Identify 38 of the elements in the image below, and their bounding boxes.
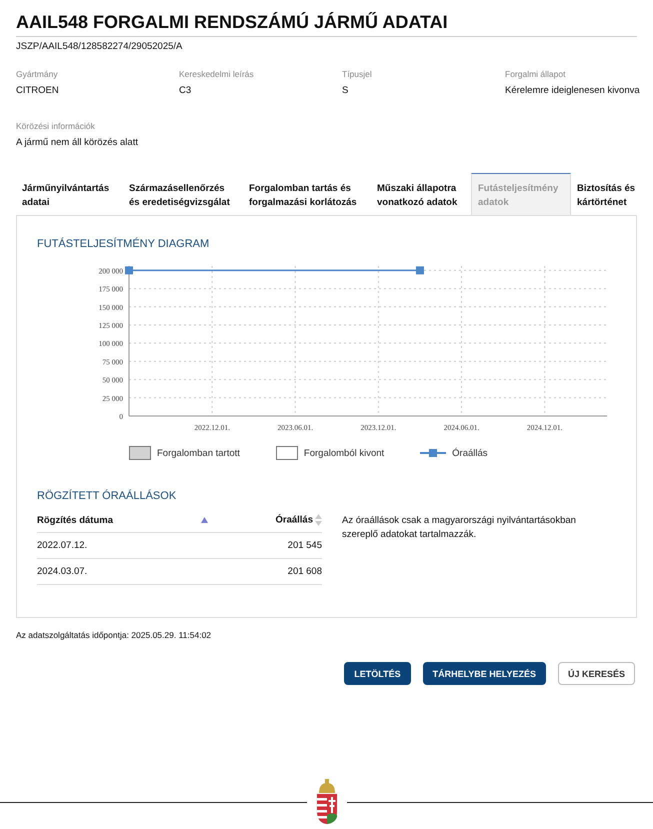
- sort-icon: [315, 514, 322, 526]
- timestamp: Az adatszolgáltatás időpontja: 2025.05.29. 11:54:02: [16, 630, 212, 640]
- coat-of-arms-icon: [314, 779, 338, 825]
- field-label: Típusjel: [342, 69, 373, 79]
- table-cell: 201 545: [214, 532, 322, 558]
- table-cell: 2022.07.12.: [37, 532, 214, 558]
- column-header[interactable]: Óraállás: [214, 508, 322, 532]
- data-point: [416, 266, 424, 274]
- legend-label: Forgalomból kivont: [304, 448, 384, 458]
- action-button[interactable]: TÁRHELYBE HELYEZÉS: [422, 662, 546, 685]
- field-label: Gyártmány: [16, 69, 59, 79]
- tab[interactable]: Forgalomban tartás és forgalmazási korlátozás: [243, 173, 371, 215]
- field-label: Forgalmi állapot: [505, 69, 566, 79]
- tab[interactable]: Biztosítás és kártörténet: [571, 173, 637, 215]
- tab[interactable]: Származásellenőrzés és eredetiségvizsgálat: [123, 173, 243, 215]
- field-value: S: [342, 85, 350, 96]
- reference-number: JSZP/AAIL548/128582274/29052025/A: [16, 41, 184, 52]
- field-value: Kérelemre ideiglenesen kivonva: [505, 85, 640, 96]
- page-title: AAIL548 FORGALMI RENDSZÁMÚ JÁRMŰ ADATAI: [16, 12, 637, 37]
- data-point: [125, 266, 133, 274]
- column-header[interactable]: Rögzítés dátuma: [37, 508, 214, 532]
- legend-label: Óraállás: [452, 448, 488, 458]
- field-value: CITROEN: [16, 85, 60, 96]
- sort-up-icon: [200, 517, 208, 523]
- field-label: Körözési információk: [16, 121, 96, 131]
- note-text: Az óraállások csak a magyarországi nyilvántartásokban szereplő adatokat tartalmazzák.: [342, 514, 577, 542]
- field-label: Kereskedelmi leírás: [179, 69, 255, 79]
- tab[interactable]: Járműnyilvántartás adatai: [16, 173, 123, 215]
- table-cell: 201 608: [214, 558, 322, 584]
- action-button[interactable]: LETÖLTÉS: [344, 662, 411, 685]
- action-button[interactable]: ÚJ KERESÉS: [558, 662, 635, 685]
- tab[interactable]: Műszaki állapotra vonatkozó adatok: [371, 173, 471, 215]
- legend-label: Forgalomban tartott: [157, 448, 240, 458]
- table-cell: 2024.03.07.: [37, 558, 214, 584]
- field-value: C3: [179, 85, 192, 96]
- section-heading: FUTÁSTELJESÍTMÉNY DIAGRAM: [37, 238, 210, 250]
- field-value: A jármű nem áll körözés alatt: [16, 137, 139, 148]
- section-heading: RÖGZÍTETT ÓRAÁLLÁSOK: [37, 490, 178, 502]
